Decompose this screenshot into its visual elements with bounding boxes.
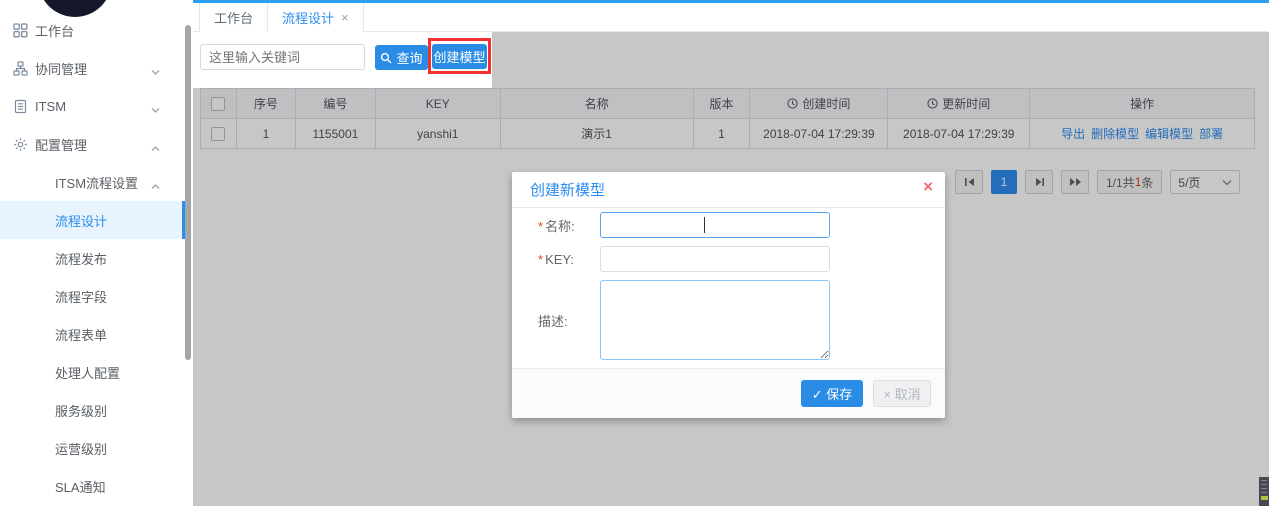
sidebar-item-label: 协同管理	[35, 61, 88, 77]
org-icon	[13, 60, 28, 76]
tab-workbench[interactable]: 工作台	[199, 3, 269, 32]
sidebar-item-workbench[interactable]: 工作台	[0, 11, 186, 49]
sidebar-item-itsm-flow-settings[interactable]: ITSM流程设置	[0, 163, 186, 201]
sidebar-item-label: 流程表单	[55, 327, 108, 343]
app-window: 工作台 协同管理 ITSM 配置管理 ITSM流程设置 流程设计 流程发布 流程…	[0, 0, 1269, 506]
sidebar-item-operation-level[interactable]: 运营级别	[0, 429, 186, 467]
sidebar-item-label: 配置管理	[35, 137, 88, 153]
desc-field-row: 描述:	[512, 280, 945, 360]
sidebar-item-sla-notice[interactable]: SLA通知	[0, 467, 186, 505]
check-icon: ✓	[811, 387, 823, 402]
search-input[interactable]	[200, 44, 365, 70]
required-mark: *	[538, 218, 544, 234]
dialog-header: 创建新模型 ×	[512, 172, 945, 208]
name-label-text: 名称:	[545, 218, 575, 234]
dialog-close-icon[interactable]: ×	[923, 178, 933, 195]
sidebar-item-collaboration[interactable]: 协同管理	[0, 49, 186, 87]
chevron-down-icon	[151, 64, 160, 79]
name-field-row: * 名称:	[512, 212, 945, 238]
tab-flow-design[interactable]: 流程设计 ×	[268, 3, 364, 32]
cancel-button-label: 取消	[894, 387, 921, 402]
modal-mask-top	[492, 32, 1269, 88]
desc-label-text: 描述:	[538, 313, 568, 329]
sidebar-item-label: 流程设计	[55, 213, 108, 229]
sidebar-item-label: 流程字段	[55, 289, 108, 305]
sidebar-item-flow-fields[interactable]: 流程字段	[0, 277, 186, 315]
sidebar-item-label: 流程发布	[55, 251, 108, 267]
chevron-down-icon	[151, 102, 160, 117]
dialog-title: 创建新模型	[530, 182, 606, 199]
query-button-label: 查询	[396, 51, 423, 66]
chevron-up-icon	[151, 178, 160, 193]
cancel-button[interactable]: × 取消	[873, 380, 931, 407]
dialog-footer: ✓ 保存 × 取消	[512, 368, 945, 418]
key-field-label: * KEY:	[512, 252, 600, 267]
tab-label: 流程设计	[282, 11, 335, 26]
name-input[interactable]	[600, 212, 830, 238]
create-button-label: 创建模型	[433, 50, 486, 65]
main-area: 工作台 流程设计 × 查询 创建模型	[193, 0, 1269, 506]
sidebar-item-config[interactable]: 配置管理	[0, 125, 186, 163]
sidebar-item-label: 工作台	[35, 23, 75, 39]
sidebar-item-label: 运营级别	[55, 441, 108, 457]
search-icon	[381, 52, 392, 63]
create-model-dialog: 创建新模型 × * 名称: * KEY: 描述: ✓ 保存 × 取消	[512, 172, 945, 418]
close-icon: ×	[883, 387, 891, 402]
name-field-label: * 名称:	[512, 216, 600, 235]
sidebar-item-label: 服务级别	[55, 403, 108, 419]
desc-field-label: 描述:	[512, 311, 600, 330]
chevron-up-icon	[151, 140, 160, 155]
close-icon[interactable]: ×	[341, 10, 349, 25]
sidebar-item-flow-publish[interactable]: 流程发布	[0, 239, 186, 277]
key-label-text: KEY:	[545, 251, 574, 267]
gear-icon	[13, 137, 28, 152]
create-model-button[interactable]: 创建模型	[432, 44, 487, 69]
description-textarea[interactable]	[600, 280, 830, 360]
sidebar-menu: 工作台 协同管理 ITSM 配置管理 ITSM流程设置 流程设计 流程发布 流程…	[0, 11, 186, 505]
sidebar: 工作台 协同管理 ITSM 配置管理 ITSM流程设置 流程设计 流程发布 流程…	[0, 0, 193, 506]
corner-widget-chip	[1260, 496, 1268, 500]
sidebar-item-flow-design[interactable]: 流程设计	[0, 201, 186, 239]
key-input[interactable]	[600, 246, 830, 272]
save-button[interactable]: ✓ 保存	[801, 380, 863, 407]
sidebar-item-handler-config[interactable]: 处理人配置	[0, 353, 186, 391]
sidebar-item-label: ITSM流程设置	[55, 175, 139, 191]
save-button-label: 保存	[826, 387, 853, 402]
key-field-row: * KEY:	[512, 246, 945, 272]
tab-bar: 工作台 流程设计 ×	[193, 3, 1269, 32]
sidebar-item-label: SLA通知	[55, 479, 106, 495]
doc-icon	[13, 99, 28, 114]
sidebar-item-itsm[interactable]: ITSM	[0, 87, 186, 125]
required-mark: *	[538, 251, 544, 267]
query-button[interactable]: 查询	[375, 45, 428, 70]
tab-label: 工作台	[214, 11, 254, 26]
grid-icon	[13, 22, 28, 38]
sidebar-item-flow-forms[interactable]: 流程表单	[0, 315, 186, 353]
corner-widget-sliver[interactable]	[1259, 477, 1269, 506]
sidebar-scrollbar[interactable]	[185, 25, 191, 360]
sidebar-item-label: ITSM	[35, 98, 67, 114]
sidebar-item-label: 处理人配置	[55, 365, 121, 381]
sidebar-item-service-level[interactable]: 服务级别	[0, 391, 186, 429]
